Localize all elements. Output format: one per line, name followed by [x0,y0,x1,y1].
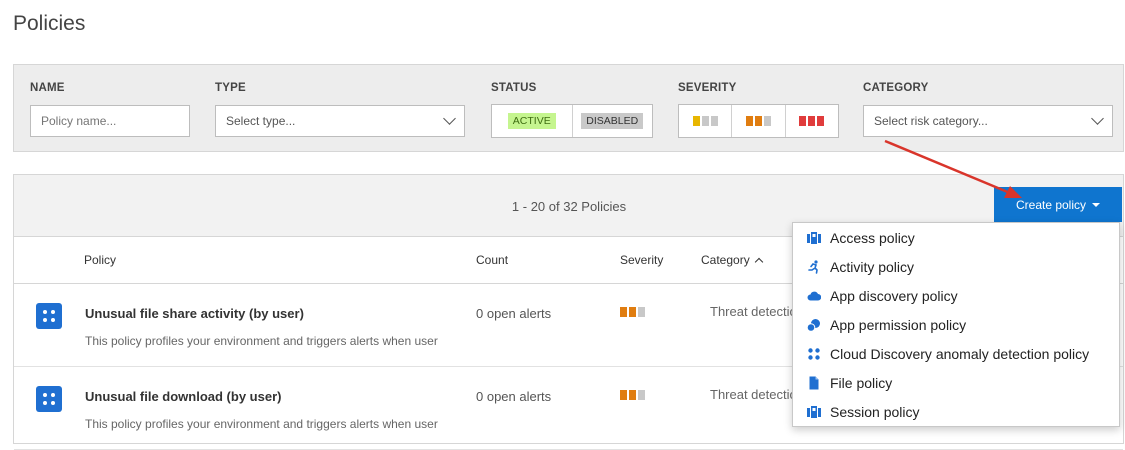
severity-low-icon [701,116,709,126]
column-header-category[interactable]: Category [701,253,763,267]
policy-alert-count[interactable]: 0 open alerts [476,306,551,321]
status-filter-label: STATUS [491,82,537,94]
category-filter-label: CATEGORY [863,82,929,94]
policy-category-label: Threat detection [710,387,798,402]
type-select[interactable]: Select type... [215,105,465,137]
menu-item-label: File policy [830,374,893,391]
policy-category-label: Threat detection [710,304,798,319]
chevron-down-icon [443,112,456,125]
filter-panel: NAME TYPE Select type... STATUS ACTIVE D… [13,64,1124,152]
chevron-down-icon [1091,112,1104,125]
menu-item-cloud-discovery-anomaly-policy[interactable]: Cloud Discovery anomaly detection policy [793,339,1119,368]
menu-item-label: Access policy [830,229,915,246]
menu-item-app-discovery-policy[interactable]: App discovery policy [793,281,1119,310]
anomaly-policy-icon [36,303,62,329]
menu-item-label: Session policy [830,403,920,420]
type-select-value: Select type... [226,114,296,128]
policy-name[interactable]: Unusual file download (by user) [85,389,281,404]
menu-item-file-policy[interactable]: File policy [793,368,1119,397]
policy-category: Threat detection [702,387,798,402]
severity-medium-button[interactable] [732,105,786,137]
menu-item-access-policy[interactable]: Access policy [793,223,1119,252]
column-header-policy[interactable]: Policy [84,253,116,267]
menu-item-session-policy[interactable]: Session policy [793,397,1119,426]
access-policy-icon [807,231,821,244]
policy-description: This policy profiles your environment an… [85,417,438,431]
app-permission-icon [807,318,820,332]
menu-item-activity-policy[interactable]: Activity policy [793,252,1119,281]
severity-filter-label: SEVERITY [678,82,737,94]
menu-item-app-permission-policy[interactable]: App permission policy [793,310,1119,339]
caret-down-icon [1092,202,1101,207]
create-policy-label: Create policy [1015,197,1087,212]
column-header-severity[interactable]: Severity [620,253,663,267]
policy-count-text: 1 - 20 of 32 Policies [511,199,627,214]
severity-medium-indicator [620,307,645,317]
severity-low-icon [710,116,718,126]
running-person-icon [808,259,818,274]
create-policy-menu: Access policy Activity policy App discov… [792,222,1120,427]
policy-description: This policy profiles your environment an… [85,334,438,348]
severity-high-icon [817,116,825,126]
policy-category: Threat detection [702,304,798,319]
severity-high-button[interactable] [786,105,838,137]
status-toggle-group: ACTIVE DISABLED [491,104,653,138]
status-disabled-button[interactable]: DISABLED [573,105,653,137]
policy-name-input[interactable] [30,105,190,137]
anomaly-policy-icon [36,386,62,412]
severity-low-icon [692,116,700,126]
type-filter-label: TYPE [215,82,246,94]
column-header-count[interactable]: Count [476,253,508,267]
policy-name[interactable]: Unusual file share activity (by user) [85,306,304,321]
menu-item-label: App permission policy [830,316,967,333]
sort-ascending-icon [754,257,763,267]
severity-low-button[interactable] [679,105,733,137]
page-title: Policies [13,12,86,35]
status-active-pill: ACTIVE [507,113,556,129]
severity-high-icon [799,116,807,126]
severity-medium-indicator [620,390,645,400]
cloud-icon [807,291,821,300]
severity-medium-icon [745,116,753,126]
severity-medium-icon [763,116,771,126]
session-policy-icon [807,405,821,418]
policy-alert-count[interactable]: 0 open alerts [476,389,551,404]
name-filter-label: NAME [30,82,65,94]
severity-high-icon [808,116,816,126]
column-header-category-label: Category [701,253,750,267]
menu-item-label: Activity policy [830,258,915,275]
anomaly-dots-icon [808,347,820,360]
status-active-button[interactable]: ACTIVE [492,105,573,137]
create-policy-button[interactable]: Create policy [994,187,1122,222]
menu-item-label: Cloud Discovery anomaly detection policy [830,345,1090,362]
menu-item-label: App discovery policy [830,287,958,304]
file-icon [809,376,819,389]
status-disabled-pill: DISABLED [581,113,644,129]
severity-toggle-group [678,104,839,138]
category-select-value: Select risk category... [874,114,988,128]
category-select[interactable]: Select risk category... [863,105,1113,137]
severity-medium-icon [754,116,762,126]
